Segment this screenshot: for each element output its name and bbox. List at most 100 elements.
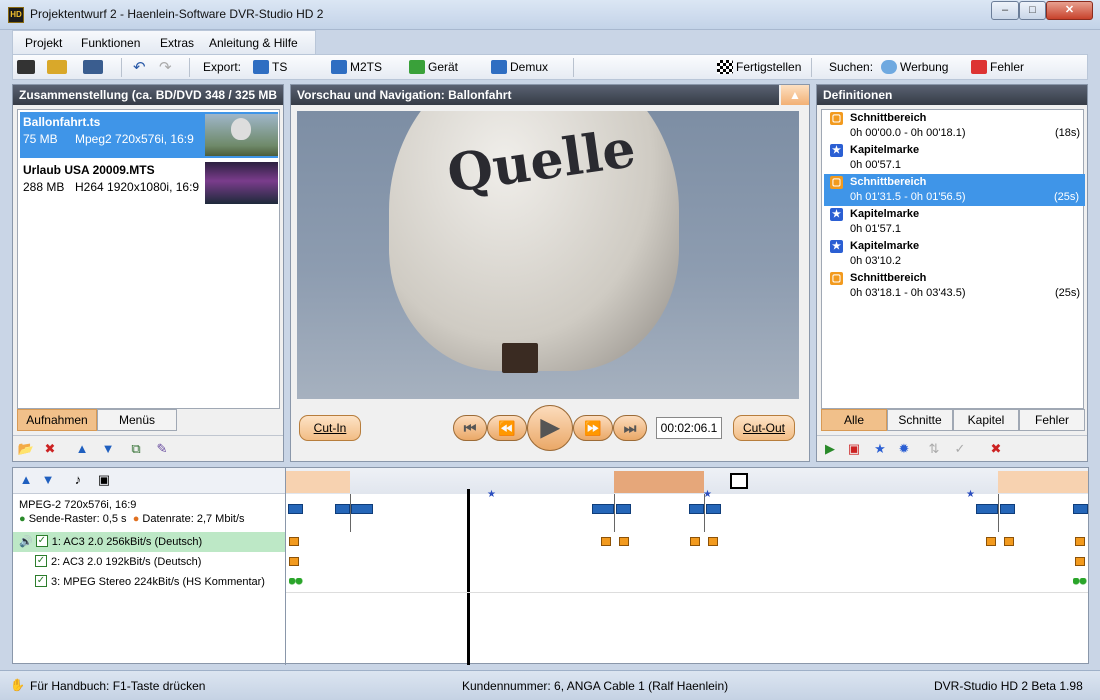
delete-definition-button[interactable]: ✖ (987, 441, 1005, 457)
audio-marker[interactable] (1075, 557, 1085, 566)
triangle-up-icon: ▲ (789, 88, 801, 102)
rewind-button[interactable]: ⏪ (487, 415, 527, 441)
move-down-button[interactable]: ▼ (99, 441, 117, 457)
track-up-button[interactable]: ▲ (17, 472, 35, 488)
snapshot-button[interactable]: ▣ (95, 472, 113, 488)
tab-schnitte[interactable]: Schnitte (887, 409, 953, 431)
audio-marker[interactable] (1075, 537, 1085, 546)
play-definition-button[interactable]: ▶ (821, 441, 839, 457)
audio-marker[interactable] (619, 537, 629, 546)
chapter-marker[interactable]: ★ (487, 489, 496, 500)
add-file-button[interactable]: 📂 (17, 441, 35, 457)
definition-item[interactable]: ▢ Schnittbereich 0h 03'18.1 - 0h 03'43.5) (… (828, 270, 1086, 302)
track-down-button[interactable]: ▼ (39, 472, 57, 488)
file-item-ballonfahrt[interactable]: Ballonfahrt.ts 75 MB Mpeg2 720x576i, 16:… (20, 112, 278, 158)
finish-button[interactable]: Fertigstellen (717, 58, 801, 77)
definition-item[interactable]: ★ Kapitelmarke 0h 00'57.1 (828, 142, 1086, 174)
check-button[interactable]: ✓ (951, 441, 969, 457)
export-geraet-button[interactable]: Gerät (409, 58, 458, 77)
clapperboard-icon (17, 59, 35, 74)
video-segment-marker[interactable] (1000, 504, 1015, 514)
menu-funktionen[interactable]: Funktionen (81, 36, 140, 50)
video-segment-marker[interactable] (592, 504, 614, 514)
video-segment-marker[interactable] (1073, 504, 1088, 514)
video-segment-marker[interactable] (689, 504, 704, 514)
move-up-button[interactable]: ▲ (73, 441, 91, 457)
playhead-line[interactable] (467, 489, 470, 665)
cut-in-button[interactable]: Cut-In (299, 415, 361, 441)
add-chapter-button[interactable]: ★ (871, 441, 889, 457)
tab-fehler[interactable]: Fehler (1019, 409, 1085, 431)
audio-marker[interactable] (708, 537, 718, 546)
menu-anleitung-hilfe[interactable]: Anleitung & Hilfe (209, 36, 298, 50)
audio-track-checkbox[interactable]: ✓ (35, 535, 48, 548)
audio-marker[interactable] (986, 537, 996, 546)
open-project-button[interactable] (47, 58, 70, 77)
video-frame[interactable]: Quelle (297, 111, 799, 399)
menu-extras[interactable]: Extras (160, 36, 194, 50)
save-project-button[interactable] (83, 58, 106, 77)
definition-duration: (25s) (1054, 287, 1080, 299)
minimize-button[interactable]: – (991, 1, 1019, 20)
jump-end-button[interactable]: ⏭ (613, 415, 647, 441)
video-segment-marker[interactable] (616, 504, 631, 514)
video-segment-marker[interactable] (351, 504, 373, 514)
close-button[interactable]: ✕ (1046, 1, 1093, 20)
timecode-field[interactable]: 00:02:06.1 (656, 417, 722, 439)
video-segment-marker[interactable] (288, 504, 303, 514)
cut-range-bar-selected[interactable] (614, 471, 704, 493)
definition-item[interactable]: ▢ Schnittbereich 0h 01'31.5 - 0h 01'56.5) (… (824, 174, 1085, 206)
export-ts-button[interactable]: TS (253, 58, 287, 77)
maximize-button[interactable]: □ (1019, 1, 1046, 20)
chapter-marker[interactable]: ★ (966, 489, 975, 500)
auto-chapter-button[interactable]: ✹ (895, 441, 913, 457)
playhead-handle[interactable] (730, 473, 748, 489)
new-project-button[interactable] (17, 58, 38, 77)
split-button[interactable]: ⇅ (925, 441, 943, 457)
chapter-mark-icon: ★ (830, 240, 843, 253)
audio-track-checkbox[interactable]: ✓ (35, 555, 47, 568)
jump-start-button[interactable]: ⏮ (453, 415, 487, 441)
audio-marker[interactable] (289, 578, 303, 585)
edit-button[interactable]: ✎ (153, 441, 171, 457)
audio-marker[interactable] (601, 537, 611, 546)
video-segment-marker[interactable] (335, 504, 350, 514)
cut-range-bar[interactable] (286, 471, 350, 493)
audio-marker[interactable] (1004, 537, 1014, 546)
file-name: Urlaub USA 20009.MTS (23, 163, 155, 177)
export-m2ts-button[interactable]: M2TS (331, 58, 382, 77)
redo-button[interactable]: ↷ (159, 58, 172, 77)
play-button[interactable]: ▶ (527, 405, 573, 451)
audio-marker[interactable] (289, 557, 299, 566)
audio-marker[interactable] (289, 537, 299, 546)
search-ads-button[interactable]: Werbung (881, 58, 948, 77)
audio-marker[interactable] (690, 537, 700, 546)
tab-alle[interactable]: Alle (821, 409, 887, 431)
fast-forward-button[interactable]: ⏩ (573, 415, 613, 441)
video-segment-marker[interactable] (976, 504, 998, 514)
audio-track-checkbox[interactable]: ✓ (35, 575, 47, 588)
video-segment-marker[interactable] (706, 504, 721, 514)
cut-out-button[interactable]: Cut-Out (733, 415, 795, 441)
audio-track-1[interactable]: 🔊 ✓ 1: AC3 2.0 256kBit/s (Deutsch) (13, 532, 285, 552)
merge-button[interactable]: ⧉ (127, 441, 145, 457)
audio-track-2[interactable]: ✓ 2: AC3 2.0 192kBit/s (Deutsch) (13, 552, 285, 572)
definition-item[interactable]: ★ Kapitelmarke 0h 01'57.1 (828, 206, 1086, 238)
menu-projekt[interactable]: Projekt (25, 36, 62, 50)
cut-range-bar[interactable] (998, 471, 1088, 493)
tab-kapitel[interactable]: Kapitel (953, 409, 1019, 431)
tab-aufnahmen[interactable]: Aufnahmen (17, 409, 97, 431)
audio-settings-button[interactable]: ♪ (69, 472, 87, 488)
tab-menues[interactable]: Menüs (97, 409, 177, 431)
collapse-preview-button[interactable]: ▲ (781, 85, 809, 105)
audio-marker[interactable] (1073, 578, 1087, 585)
definition-item[interactable]: ▢ Schnittbereich 0h 00'00.0 - 0h 00'18.1) (… (828, 110, 1086, 142)
definition-item[interactable]: ★ Kapitelmarke 0h 03'10.2 (828, 238, 1086, 270)
undo-button[interactable]: ↶ (133, 58, 146, 77)
file-item-urlaub[interactable]: Urlaub USA 20009.MTS 288 MB H264 1920x10… (20, 160, 278, 206)
audio-track-3[interactable]: ✓ 3: MPEG Stereo 224kBit/s (HS Kommentar) (13, 572, 285, 592)
export-demux-button[interactable]: Demux (491, 58, 548, 77)
remove-file-button[interactable]: ✖ (41, 441, 59, 457)
search-errors-button[interactable]: Fehler (971, 58, 1024, 77)
add-cut-button[interactable]: ▣ (845, 441, 863, 457)
